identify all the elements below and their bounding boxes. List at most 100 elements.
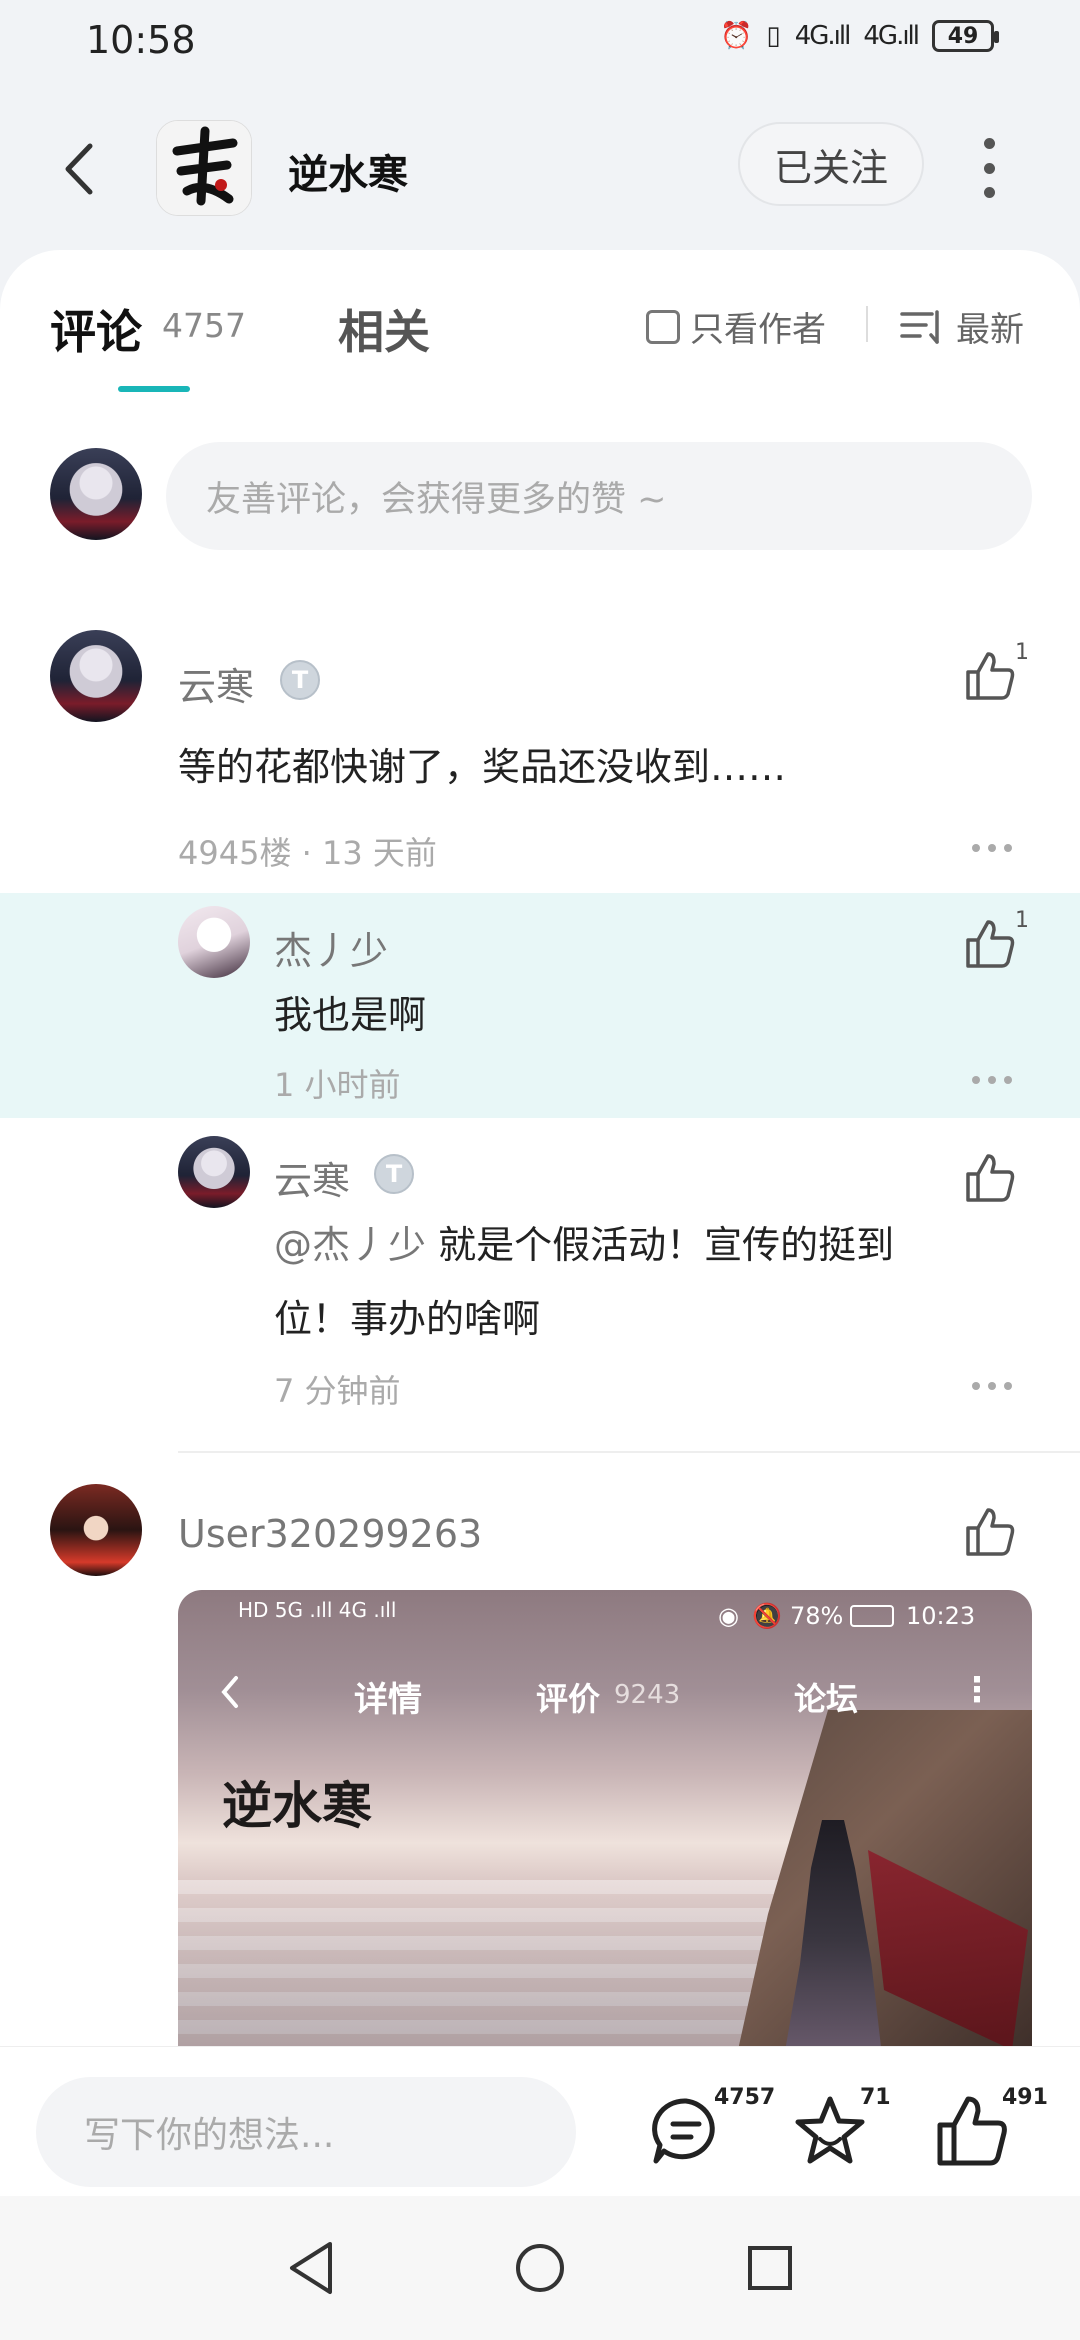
image-tab-forum: 论坛 <box>794 1680 859 1718</box>
image-battery-level: 78% <box>790 1602 844 1630</box>
nav-home-icon[interactable] <box>508 2236 572 2300</box>
comment-username[interactable]: User320299263 <box>178 1512 482 1556</box>
game-logo-icon <box>157 121 251 215</box>
thumbs-up-icon <box>966 652 1015 700</box>
eye-icon: ◉ <box>718 1602 739 1630</box>
author-only-toggle[interactable]: 只看作者 <box>646 302 826 351</box>
comment-text: 等的花都快谢了，奖品还没收到…… <box>178 745 787 789</box>
reply-text: @杰丿少 就是个假活动！宣传的挺到 位！事办的啥啊 <box>274 1208 994 1356</box>
tab-comments-count: 4757 <box>162 306 246 345</box>
like-button[interactable] <box>962 1150 1018 1206</box>
nav-back-icon[interactable] <box>282 2236 338 2300</box>
image-status-left: HD 5G .ıll 4G .ıll <box>238 1598 397 1622</box>
dot <box>983 162 995 174</box>
reply-username[interactable]: 杰丿少 <box>274 920 388 975</box>
alarm-icon: ⏰ <box>720 21 753 51</box>
comment-meta: 4945楼 · 13 天前 <box>178 834 437 872</box>
like-button[interactable] <box>962 1504 1018 1560</box>
favorite-button[interactable] <box>790 2091 870 2171</box>
image-tab-reviews: 评价 <box>536 1680 601 1718</box>
dot <box>972 1076 980 1084</box>
dot <box>983 187 995 198</box>
image-game-logo: 逆水寒 <box>222 1776 372 1835</box>
follow-button[interactable]: 已关注 <box>738 122 924 206</box>
write-comment-input[interactable]: 写下你的想法... <box>36 2077 576 2187</box>
image-statusbar: HD 5G .ıll 4G .ıll ◉ 🔕 78% 10:23 <box>178 1590 1032 1650</box>
image-status-time: 10:23 <box>906 1602 976 1630</box>
dot <box>988 1076 996 1084</box>
avatar[interactable] <box>50 630 142 722</box>
reply-meta: 7 分钟前 <box>274 1372 401 1410</box>
dot <box>1004 844 1012 852</box>
dot <box>972 844 980 852</box>
signal-icon: 4G.ıll <box>794 21 852 51</box>
like-count: 1 <box>1015 908 1029 933</box>
like-count: 1 <box>1015 640 1029 665</box>
avatar[interactable] <box>178 906 250 978</box>
like-count: 491 <box>1002 2085 1048 2110</box>
comment-username[interactable]: 云寒 <box>178 656 254 711</box>
reply-text-line2: 位！事办的啥啊 <box>274 1297 541 1341</box>
tab-comments[interactable]: 评论 <box>50 296 142 362</box>
active-tab-indicator <box>118 386 190 392</box>
app-header: 逆水寒 已关注 <box>0 84 1080 254</box>
my-avatar <box>50 448 142 540</box>
vibrate-icon: ▯ <box>766 21 781 51</box>
reply-more-button[interactable] <box>972 1382 1012 1390</box>
image-tab-details: 详情 <box>354 1680 422 1720</box>
divider <box>178 1451 1080 1453</box>
nav-recents-icon[interactable] <box>740 2236 800 2300</box>
mention-link[interactable]: @杰丿少 <box>274 1223 426 1267</box>
thumbs-up-icon <box>966 1154 1015 1202</box>
dot <box>972 1382 980 1390</box>
dot <box>988 844 996 852</box>
thumbs-up-icon <box>966 1508 1015 1556</box>
avatar[interactable] <box>50 1484 142 1576</box>
game-logo[interactable] <box>156 120 252 216</box>
status-time: 10:58 <box>86 18 196 62</box>
tab-related[interactable]: 相关 <box>338 296 430 362</box>
reply-meta: 1 小时前 <box>274 1066 401 1104</box>
reply-more-button[interactable] <box>972 1076 1012 1084</box>
thumbs-up-icon <box>966 920 1015 968</box>
image-more-icon: ⋮ <box>960 1670 994 1710</box>
signal-icon-2: 4G.ıll <box>863 21 920 51</box>
system-nav-bar <box>0 2196 1080 2340</box>
status-bar: 10:58 ⏰ ▯ 4G.ıll 4G.ıll 49 <box>0 0 1080 84</box>
image-back-icon <box>221 1676 238 1708</box>
back-arrow-icon <box>65 143 93 195</box>
reply-highlight <box>0 893 1080 1118</box>
image-navbar: 详情 评价 9243 论坛 ⋮ <box>178 1650 1032 1734</box>
star-icon <box>795 2096 865 2164</box>
reply-text-line1: 就是个假活动！宣传的挺到 <box>438 1223 895 1267</box>
like-button[interactable] <box>962 648 1018 704</box>
avatar[interactable] <box>178 1136 250 1208</box>
status-icons: ⏰ ▯ 4G.ıll 4G.ıll 49 <box>720 20 999 52</box>
more-options-button[interactable] <box>974 138 1004 198</box>
comment-image[interactable]: HD 5G .ıll 4G .ıll ◉ 🔕 78% 10:23 详情 评价 9… <box>178 1590 1032 2050</box>
comment-count: 4757 <box>714 2085 776 2110</box>
sort-button[interactable]: 最新 <box>900 302 1024 351</box>
dot <box>1004 1382 1012 1390</box>
checkbox-icon <box>646 309 680 344</box>
dot <box>988 1382 996 1390</box>
reply-text: 我也是啊 <box>274 993 427 1037</box>
level-badge: T <box>280 660 320 700</box>
favorite-count: 71 <box>860 2085 891 2110</box>
comment-more-button[interactable] <box>972 844 1012 852</box>
sort-icon <box>900 309 939 344</box>
back-button[interactable] <box>52 134 112 204</box>
like-post-button[interactable] <box>932 2091 1012 2171</box>
divider <box>866 306 868 342</box>
battery-icon: 49 <box>932 20 999 52</box>
level-badge: T <box>374 1154 414 1194</box>
bottom-action-bar: 写下你的想法... 4757 71 491 <box>0 2046 1080 2196</box>
dot <box>1004 1076 1012 1084</box>
like-button[interactable] <box>962 916 1018 972</box>
dot <box>983 138 995 149</box>
thumbs-up-icon <box>937 2096 1007 2166</box>
image-reviews-count: 9243 <box>614 1680 681 1710</box>
comment-input[interactable]: 友善评论，会获得更多的赞 ~ <box>166 442 1032 550</box>
reply-username[interactable]: 云寒 <box>274 1150 350 1205</box>
game-title: 逆水寒 <box>288 152 408 198</box>
